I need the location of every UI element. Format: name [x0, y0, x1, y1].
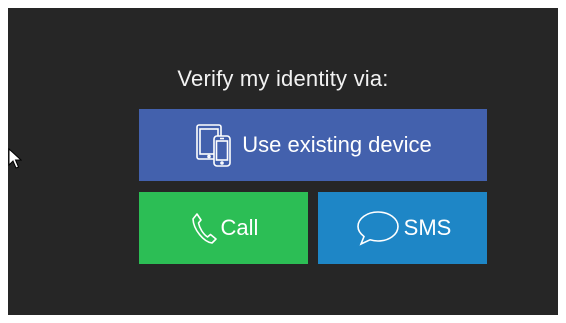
call-button[interactable]: Call	[139, 192, 308, 264]
speech-bubble-icon	[354, 208, 402, 248]
use-existing-device-label: Use existing device	[242, 132, 432, 157]
call-label: Call	[220, 215, 259, 240]
page-title: Verify my identity via:	[177, 66, 389, 91]
phone-icon	[189, 211, 219, 245]
verify-identity-panel: Verify my identity via: Use existing dev…	[8, 8, 558, 315]
devices-icon	[194, 121, 238, 169]
sms-button[interactable]: SMS	[318, 192, 487, 264]
use-existing-device-button[interactable]: Use existing device	[139, 109, 487, 181]
mouse-pointer-icon	[8, 148, 22, 169]
sms-label: SMS	[403, 215, 452, 240]
